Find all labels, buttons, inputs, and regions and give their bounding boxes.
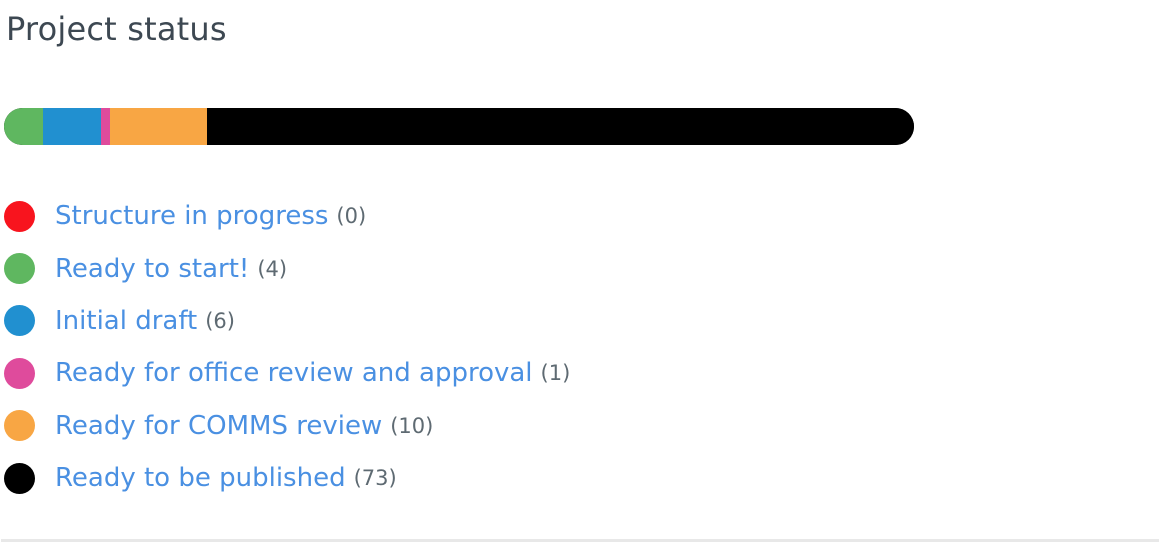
status-dot-icon: [4, 357, 35, 389]
bar-segment-ready-for-office-review-and-approval: [100, 108, 111, 145]
legend-label-link[interactable]: Ready for COMMS review: [55, 411, 382, 441]
bar-segment-ready-to-start: [4, 108, 43, 145]
legend-label-link[interactable]: Structure in progress: [55, 201, 328, 231]
status-legend: Structure in progress (0) Ready to start! (…: [4, 190, 570, 504]
legend-count: (10): [390, 413, 434, 438]
status-dot-icon: [4, 200, 35, 232]
page-title: Project status: [6, 10, 227, 48]
legend-count: (73): [353, 466, 397, 491]
status-dot-icon: [4, 462, 35, 494]
legend-label-link[interactable]: Ready to be published: [55, 463, 346, 493]
legend-label-link[interactable]: Ready for office review and approval: [55, 358, 533, 388]
legend-label-link[interactable]: Initial draft: [55, 306, 197, 336]
status-progress-bar: [4, 108, 914, 145]
legend-count: (6): [205, 308, 235, 333]
legend-label-link[interactable]: Ready to start!: [55, 254, 249, 284]
bar-segment-initial-draft: [42, 108, 101, 145]
status-dot-icon: [4, 410, 35, 442]
bar-segment-ready-for-comms-review: [110, 108, 208, 145]
legend-item[interactable]: Ready for COMMS review (10): [4, 400, 570, 452]
legend-item[interactable]: Ready to start! (4): [4, 242, 570, 294]
legend-count: (1): [540, 361, 571, 386]
legend-count: (4): [257, 256, 288, 281]
status-dot-icon: [4, 305, 35, 337]
legend-item[interactable]: Ready for office review and approval (1): [4, 347, 570, 399]
bar-segment-ready-to-be-published: [207, 108, 914, 145]
legend-count: (0): [336, 204, 367, 229]
legend-item[interactable]: Structure in progress (0): [4, 190, 570, 242]
legend-item[interactable]: Ready to be published (73): [4, 452, 570, 504]
status-dot-icon: [4, 253, 35, 285]
legend-item[interactable]: Initial draft (6): [4, 295, 570, 347]
